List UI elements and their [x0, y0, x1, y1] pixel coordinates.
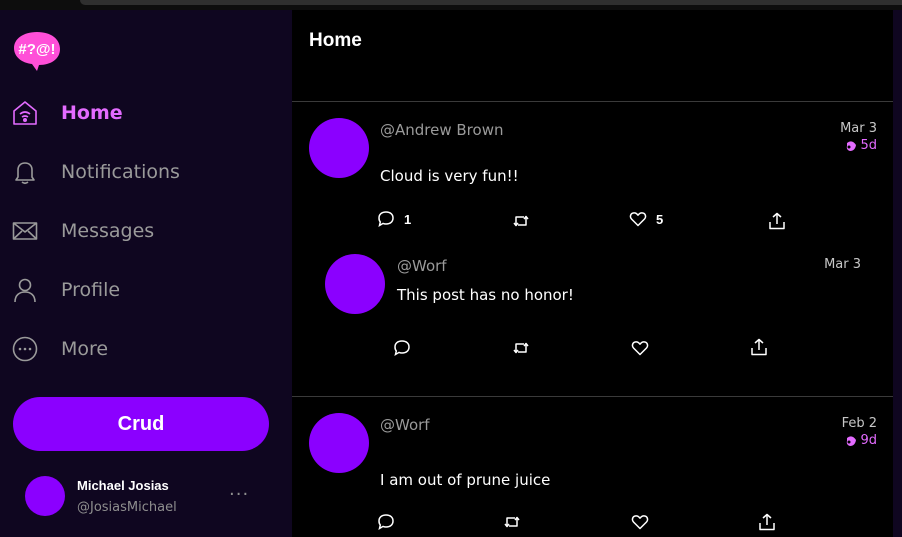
- reply-text: This post has no honor!: [397, 286, 574, 304]
- nav-item-profile[interactable]: Profile: [12, 270, 120, 310]
- reply-button[interactable]: [393, 339, 411, 357]
- drop-icon: [847, 140, 857, 151]
- browser-top-bar: [0, 0, 902, 10]
- nav-item-label: Notifications: [61, 161, 180, 183]
- nav-item-label: Home: [61, 102, 123, 124]
- nav-item-more[interactable]: More: [12, 329, 108, 369]
- profile-handle: @JosiasMichael: [77, 500, 177, 515]
- like-button[interactable]: [631, 339, 649, 357]
- logo-text: #?@!: [18, 41, 55, 58]
- reply-icon: [394, 340, 410, 357]
- avatar[interactable]: [309, 413, 369, 473]
- home-icon: [12, 100, 38, 126]
- repost-button[interactable]: [503, 513, 521, 531]
- like-button[interactable]: [631, 513, 649, 531]
- heart-icon: [631, 515, 649, 530]
- repost-icon: [513, 215, 529, 227]
- reply-count: 1: [404, 211, 412, 227]
- browser-top-edge: [80, 0, 902, 5]
- right-edge-panel: [893, 10, 902, 537]
- post-text: Cloud is very fun!!: [380, 167, 519, 185]
- post-age-label: 9d: [860, 433, 877, 448]
- repost-icon: [513, 342, 529, 354]
- post-handle[interactable]: @Worf: [380, 416, 430, 434]
- share-icon: [769, 212, 785, 230]
- avatar[interactable]: [25, 476, 65, 516]
- share-icon: [759, 513, 775, 531]
- nav-item-label: Messages: [61, 220, 155, 242]
- envelope-icon: [12, 218, 38, 244]
- nav-item-notifications[interactable]: Notifications: [12, 152, 180, 192]
- nav-item-label: Profile: [61, 279, 121, 301]
- post[interactable]: @Andrew Brown Mar 3 5d Cloud is very fun…: [292, 102, 893, 395]
- drop-icon: [847, 435, 857, 446]
- reply-button[interactable]: [377, 513, 395, 531]
- crud-button[interactable]: Crud: [13, 397, 269, 451]
- like-count: 5: [656, 211, 664, 227]
- main-feed: Home @Andrew Brown Mar 3 5d Cloud is ver…: [292, 10, 893, 537]
- logo-bubble-icon: #?@!: [14, 32, 60, 71]
- profile-name: Michael Josias: [77, 478, 169, 493]
- post-date: Mar 3: [840, 121, 877, 136]
- post[interactable]: @Worf Feb 2 9d I am out of prune juice: [292, 397, 893, 537]
- post-text: I am out of prune juice: [380, 471, 551, 489]
- share-button[interactable]: [750, 338, 768, 356]
- nav-item-label: More: [61, 338, 109, 360]
- avatar[interactable]: [309, 118, 369, 178]
- heart-icon: [629, 212, 647, 227]
- share-button[interactable]: [768, 212, 786, 230]
- reply-date: Mar 3: [824, 257, 861, 272]
- like-button[interactable]: 5: [629, 210, 663, 228]
- repost-icon: [504, 516, 520, 528]
- reply-handle[interactable]: @Worf: [397, 257, 447, 275]
- profile-more-button[interactable]: ···: [229, 484, 249, 505]
- more-circle-icon: [12, 336, 38, 362]
- nav-item-home[interactable]: Home: [12, 93, 123, 133]
- share-icon: [751, 338, 767, 356]
- post-age-label: 5d: [860, 138, 877, 153]
- sidebar: #?@! Home Notifications Messages Profile…: [0, 10, 292, 537]
- logo[interactable]: #?@!: [13, 30, 61, 72]
- bell-icon: [12, 159, 38, 185]
- heart-icon: [631, 341, 649, 356]
- avatar[interactable]: [325, 254, 385, 314]
- nav-item-messages[interactable]: Messages: [12, 211, 154, 251]
- repost-button[interactable]: [512, 212, 530, 230]
- post-date: Feb 2: [841, 416, 877, 431]
- post-handle[interactable]: @Andrew Brown: [380, 121, 503, 139]
- reply-icon: [378, 211, 394, 228]
- repost-button[interactable]: [512, 339, 530, 357]
- reply-button[interactable]: 1: [377, 210, 411, 228]
- page-title: Home: [309, 30, 362, 51]
- reply-icon: [378, 514, 394, 531]
- user-icon: [12, 277, 38, 303]
- post-age: 9d: [845, 433, 877, 448]
- post-age: 5d: [845, 138, 877, 153]
- share-button[interactable]: [758, 513, 776, 531]
